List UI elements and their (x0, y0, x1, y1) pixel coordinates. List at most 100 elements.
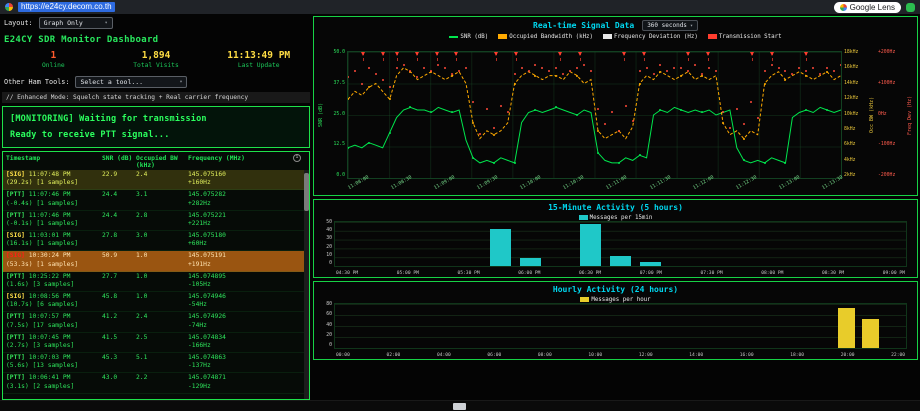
row-frequency: 145.075180 (188, 232, 301, 240)
table-row[interactable]: [PTT] 10:07:03 PM45.35.1145.074863(5.6s)… (3, 353, 304, 373)
dashboard-left: Layout: Graph Only ▾ E24CY SDR Monitor D… (2, 16, 310, 400)
data-point (389, 98, 391, 100)
activity-bar (640, 262, 661, 266)
row-frequency: 145.074926 (188, 313, 301, 321)
data-point (465, 67, 467, 69)
row-deviation: -166Hz (188, 342, 301, 350)
data-point (583, 64, 585, 66)
row-bw: 3.1 (136, 191, 188, 199)
data-point (778, 67, 780, 69)
table-row[interactable]: [SIG] 10:30:24 PM50.91.0145.075191(53.3s… (3, 251, 304, 271)
table-row[interactable]: [PTT] 10:25:22 PM27.71.0145.074895(1.6s)… (3, 272, 304, 292)
row-duration-samples: (-0.1s) [1 samples] (6, 220, 188, 228)
row-bw: 5.1 (136, 354, 188, 362)
axis-tick: 4kHz (844, 159, 856, 164)
data-point (729, 127, 731, 129)
data-point (625, 105, 627, 107)
table-row[interactable]: [PTT] 11:07:46 PM24.43.1145.075282(-0.4s… (3, 190, 304, 210)
row-snr: 41.2 (102, 313, 136, 321)
axis-tick: 40 (326, 229, 332, 234)
axis-tick: 06:30 PM (579, 271, 601, 276)
row-timestamp: [PTT] 11:07:46 PM (6, 191, 102, 199)
axis-tick: 04:30 PM (336, 271, 358, 276)
data-point (389, 86, 391, 88)
legend-item: Occupied Bandwidth (kHz) (498, 34, 593, 40)
data-point (639, 70, 641, 72)
legend-item: Transmission Start (708, 34, 782, 40)
tools-select[interactable]: Select a tool... ▾ (75, 76, 187, 88)
row-deviation: -137Hz (188, 362, 301, 370)
axis-tick: 50.0 (333, 51, 345, 56)
data-point (722, 111, 724, 113)
layout-select[interactable]: Graph Only ▾ (39, 17, 113, 29)
data-point (833, 70, 835, 72)
address-bar[interactable]: https://e24cy.decom.co.th (18, 2, 829, 12)
transmission-marker-line (806, 52, 807, 61)
legend-item: Frequency Deviation (Hz) (603, 34, 698, 40)
row-snr: 45.3 (102, 354, 136, 362)
data-point (715, 70, 717, 72)
page-title: E24CY SDR Monitor Dashboard (2, 33, 310, 45)
ph-x-ticks: 00:0002:0004:0006:0008:0010:0012:0014:00… (336, 353, 905, 358)
axis-tick: 37.5 (333, 82, 345, 87)
p15-plot (334, 221, 907, 267)
activity-bar (490, 229, 511, 266)
axis-tick: 0 (329, 262, 332, 267)
ph-legend-label: Messages per hour (591, 297, 650, 303)
row-deviation: -105Hz (188, 281, 301, 289)
table-scrollbar[interactable] (304, 170, 309, 399)
google-lens-button[interactable]: Google Lens (834, 2, 901, 13)
axis-tick: 04:00 (437, 353, 451, 358)
table-row[interactable]: [SIG] 11:03:01 PM27.83.0145.075180(16.1s… (3, 231, 304, 251)
data-point (757, 117, 759, 119)
data-point (618, 162, 620, 164)
row-duration-samples: (10.7s) [6 samples] (6, 301, 188, 309)
axis-tick: 0.0 (336, 174, 345, 179)
range-select[interactable]: 360 seconds ▾ (642, 20, 698, 31)
axis-tick: 20 (326, 334, 332, 339)
data-point (368, 67, 370, 69)
rt-x-ticks: 11:08:0011:08:3011:09:0011:09:3011:10:00… (346, 181, 843, 193)
data-point (576, 67, 578, 69)
table-row[interactable]: [PTT] 10:06:41 PM43.02.2145.074871(3.1s)… (3, 373, 304, 393)
activity-bar (862, 319, 879, 349)
data-point (826, 71, 828, 73)
chevron-down-icon: ▾ (105, 20, 108, 26)
axis-tick: 12:00 (639, 353, 653, 358)
data-point (354, 70, 356, 72)
table-row[interactable]: [SIG] 11:07:48 PM22.92.4145.075160(29.2s… (3, 170, 304, 190)
data-point (722, 122, 724, 124)
url-text[interactable]: https://e24cy.decom.co.th (18, 2, 115, 12)
axis-tick: 08:00 PM (761, 271, 783, 276)
rt-right-axis1-title: Occ BW (kHz) (868, 51, 876, 179)
rt-khz-ticks: 18kHz16kHz14kHz12kHz10kHz8kHz6kHz4kHz2kH… (842, 51, 868, 179)
table-row[interactable]: [PTT] 10:07:57 PM41.22.4145.074926(7.5s)… (3, 312, 304, 332)
data-point (403, 64, 405, 66)
axis-tick: 20 (326, 246, 332, 251)
data-point (368, 142, 370, 144)
row-duration-samples: (-0.4s) [1 samples] (6, 200, 188, 208)
data-point (771, 64, 773, 66)
data-point (493, 127, 495, 129)
row-duration-samples: (3.1s) [2 samples] (6, 383, 188, 391)
axis-tick: 06:00 PM (518, 271, 540, 276)
rt-series-svg (348, 52, 841, 178)
axis-tick: 0Hz (878, 113, 887, 118)
transmission-marker-line (708, 52, 709, 61)
extension-icon[interactable] (906, 3, 915, 12)
table-row[interactable]: [SIG] 10:08:56 PM45.81.0145.074946(10.7s… (3, 292, 304, 312)
data-point (826, 67, 828, 69)
table-info-button[interactable]: i (293, 154, 301, 162)
taskbar-app-icon[interactable] (453, 403, 466, 410)
data-point (493, 162, 495, 164)
scrollbar-thumb[interactable] (304, 173, 309, 211)
row-frequency: 145.074834 (188, 334, 301, 342)
signal-table: Timestamp SNR (dB) Occupied BW (kHz) Fre… (2, 151, 310, 400)
row-snr: 43.0 (102, 374, 136, 382)
row-deviation: +160Hz (188, 179, 301, 187)
table-row[interactable]: [PTT] 11:07:46 PM24.42.8145.075221(-0.1s… (3, 211, 304, 231)
table-row[interactable]: [PTT] 10:07:45 PM41.52.5145.074834(2.7s)… (3, 333, 304, 353)
axis-tick: 18kHz (844, 51, 858, 56)
monitoring-box: [MONITORING] Waiting for transmission Re… (2, 106, 310, 148)
browser-lens-icon[interactable] (5, 3, 13, 11)
